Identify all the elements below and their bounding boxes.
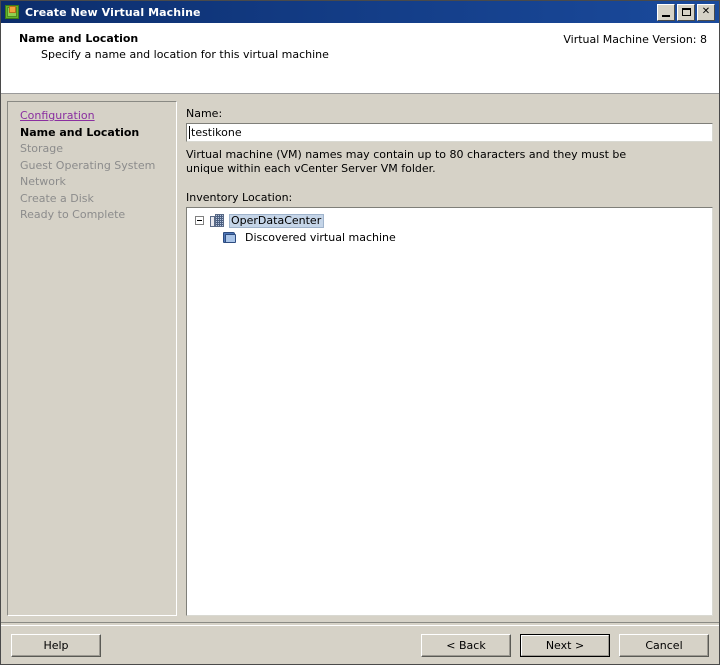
sidebar-item-create-a-disk[interactable]: Create a Disk (20, 191, 176, 208)
name-input-value: testikone (191, 126, 242, 139)
tree-row[interactable]: OperDataCenter (187, 212, 712, 229)
close-button[interactable]: ✕ (697, 3, 715, 21)
help-button[interactable]: Help (11, 633, 101, 657)
vm-version-label: Virtual Machine Version: 8 (563, 33, 707, 46)
tree-node-label: Discovered virtual machine (245, 230, 396, 244)
inventory-tree[interactable]: OperDataCenter Discovered virtual machin… (186, 207, 713, 616)
sidebar-item-network[interactable]: Network (20, 174, 176, 191)
close-icon: ✕ (701, 6, 711, 17)
dialog-header: Name and Location Specify a name and loc… (1, 23, 719, 94)
dialog-footer: Help < Back Next > Cancel (1, 626, 719, 664)
wizard-steps-panel: Configuration Name and Location Storage … (7, 101, 177, 616)
vm-icon (4, 4, 20, 20)
sidebar-item-name-and-location[interactable]: Name and Location (20, 125, 176, 142)
wizard-content-panel: Name: testikone Virtual machine (VM) nam… (186, 101, 713, 616)
cancel-button[interactable]: Cancel (619, 633, 709, 657)
name-field-label: Name: (186, 107, 223, 120)
navigation-buttons: < Back Next > Cancel (421, 633, 709, 657)
sidebar-item-storage[interactable]: Storage (20, 141, 176, 158)
datacenter-icon (209, 213, 225, 228)
create-new-vm-dialog: Create New Virtual Machine ✕ Name and Lo… (0, 0, 720, 665)
window-controls: ✕ (657, 3, 715, 21)
minimize-button[interactable] (657, 3, 675, 21)
window-title: Create New Virtual Machine (25, 5, 201, 19)
collapse-expander-icon[interactable] (195, 216, 204, 225)
tree-node-label: OperDataCenter (229, 213, 325, 228)
dialog-body: Configuration Name and Location Storage … (1, 94, 719, 616)
next-button[interactable]: Next > (520, 633, 610, 657)
text-caret (189, 126, 190, 139)
minimize-icon (662, 14, 670, 17)
back-button[interactable]: < Back (421, 633, 511, 657)
name-help-text: Virtual machine (VM) names may contain u… (186, 148, 627, 175)
maximize-button[interactable] (677, 3, 695, 21)
sidebar-item-configuration[interactable]: Configuration (20, 108, 176, 125)
maximize-icon (682, 7, 691, 16)
inventory-location-label: Inventory Location: (186, 191, 293, 204)
page-subtitle: Specify a name and location for this vir… (41, 48, 329, 61)
title-bar: Create New Virtual Machine ✕ (1, 1, 719, 23)
sidebar-item-ready-to-complete[interactable]: Ready to Complete (20, 207, 176, 224)
next-button-label: Next > (521, 634, 609, 656)
name-input[interactable]: testikone (186, 123, 713, 142)
sidebar-item-guest-operating-system[interactable]: Guest Operating System (20, 158, 176, 175)
tree-row[interactable]: Discovered virtual machine (187, 229, 712, 246)
folder-icon (222, 231, 238, 245)
